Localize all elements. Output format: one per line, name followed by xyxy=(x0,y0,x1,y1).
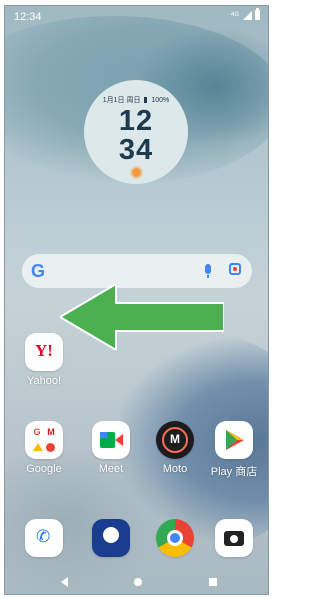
app-moto[interactable]: M Moto xyxy=(145,421,205,475)
chrome-dot-icon xyxy=(170,533,180,543)
app-label-play-store: Play 商店 xyxy=(210,466,258,478)
battery-icon xyxy=(255,8,260,20)
app-label-google: Google xyxy=(26,463,62,475)
softbank-logo-icon xyxy=(103,527,119,543)
battery-small-icon xyxy=(144,97,148,104)
phone-icon: ✆ xyxy=(25,519,63,557)
app-yahoo[interactable]: Y! Yahoo! xyxy=(14,333,74,387)
meet-camera-lens-icon xyxy=(115,434,123,446)
back-icon[interactable] xyxy=(61,577,68,587)
youtube-mini-icon xyxy=(46,443,55,452)
dock-phone[interactable]: ✆ xyxy=(14,519,74,557)
drive-mini-icon xyxy=(33,443,43,451)
status-time: 12:34 xyxy=(14,11,42,23)
handset-icon: ✆ xyxy=(36,527,51,546)
gmail-m-mini-icon: M xyxy=(47,427,55,437)
dock-softbank[interactable] xyxy=(81,519,141,557)
moto-m-icon: M xyxy=(170,432,180,446)
camera-lens-icon xyxy=(230,535,238,543)
google-folder-icon: G M xyxy=(25,421,63,459)
app-play-store[interactable]: Play 商店 xyxy=(204,421,264,479)
lens-icon[interactable] xyxy=(229,263,241,275)
status-bar: 12:34 4G xyxy=(5,6,268,28)
camera-icon xyxy=(215,519,253,557)
meet-icon xyxy=(92,421,130,459)
google-search-bar[interactable]: G xyxy=(22,254,252,288)
swipe-left-arrow-icon xyxy=(60,284,224,350)
yahoo-icon: Y! xyxy=(25,333,63,371)
signal-icon xyxy=(243,10,252,20)
app-label-yahoo: Yahoo! xyxy=(26,375,62,387)
network-type: 4G xyxy=(230,12,239,18)
softbank-icon xyxy=(92,519,130,557)
navigation-bar xyxy=(5,572,268,594)
phone-screen: 12:34 4G 1月1日 周日 100% 12 34 G Y! Yahoo! xyxy=(4,5,269,595)
gmail-mini-icon: G xyxy=(33,427,41,437)
system-icons: 4G xyxy=(230,8,260,20)
dock-camera[interactable] xyxy=(204,519,264,557)
clock-date-line: 1月1日 周日 100% xyxy=(84,95,188,105)
sun-icon xyxy=(132,168,141,177)
app-meet[interactable]: Meet xyxy=(81,421,141,475)
moto-icon: M xyxy=(156,421,194,459)
recents-icon[interactable] xyxy=(209,578,217,586)
chrome-icon xyxy=(156,519,194,557)
home-icon[interactable] xyxy=(134,578,142,586)
play-store-icon xyxy=(215,421,253,459)
clock-battery: 100% xyxy=(151,97,170,104)
clock-minutes: 34 xyxy=(118,134,154,166)
clock-hours: 12 xyxy=(118,105,154,137)
clock-date: 1月1日 周日 xyxy=(102,97,141,104)
app-label-meet: Meet xyxy=(98,463,124,475)
dock-chrome[interactable] xyxy=(145,519,205,557)
google-logo-icon: G xyxy=(31,261,46,281)
meet-corner-icon xyxy=(100,432,107,438)
play-triangle-icon xyxy=(226,430,244,450)
app-label-moto: Moto xyxy=(162,463,188,475)
clock-widget[interactable]: 1月1日 周日 100% 12 34 xyxy=(84,80,188,184)
mic-icon[interactable] xyxy=(205,264,211,278)
app-google[interactable]: G M Google xyxy=(14,421,74,475)
yahoo-logo-icon: Y! xyxy=(35,341,53,360)
